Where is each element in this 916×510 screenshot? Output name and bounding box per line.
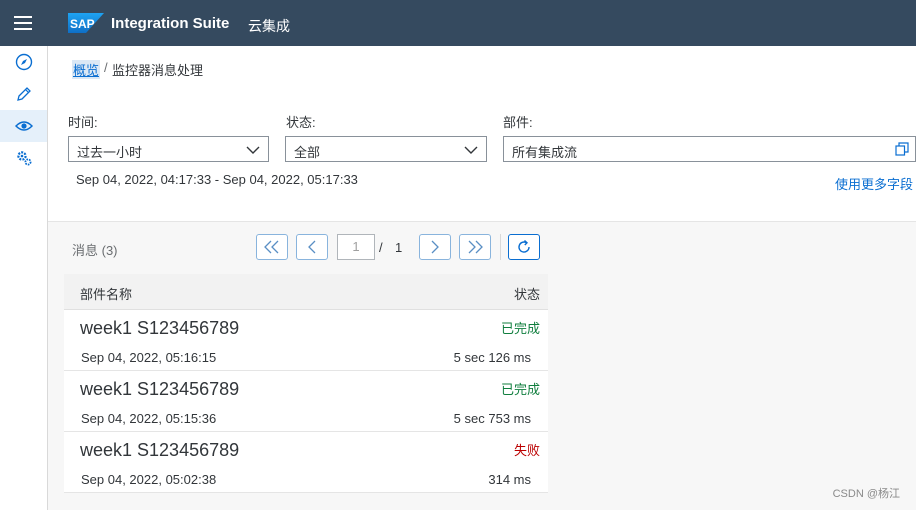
row-status: 已完成: [500, 382, 540, 397]
page-total: 1: [395, 240, 403, 255]
row-artifact-name: week1 S123456789: [80, 379, 240, 399]
breadcrumb-separator: /: [104, 60, 108, 75]
value-help-icon[interactable]: [895, 142, 909, 156]
main-content: 概览 / 监控器消息处理 时间: 过去一小时 状态: 全部 部件: 所有集成流 …: [48, 46, 916, 510]
row-artifact-name: week1 S123456789: [80, 440, 240, 460]
row-date: Sep 04, 2022, 05:02:38: [81, 472, 217, 487]
table-row[interactable]: week1 S123456789 失败 Sep 04, 2022, 05:02:…: [64, 432, 548, 493]
row-status: 失败: [513, 443, 540, 458]
table-row[interactable]: week1 S123456789 已完成 Sep 04, 2022, 05:15…: [64, 371, 548, 432]
first-page-button[interactable]: [256, 234, 288, 260]
breadcrumb-overview-link[interactable]: 概览: [72, 60, 101, 79]
chevron-left-icon: [308, 240, 316, 254]
row-date: Sep 04, 2022, 05:16:15: [81, 350, 217, 365]
side-navigation: [0, 46, 48, 510]
shell-bar: SAP Integration Suite 云集成: [0, 0, 916, 46]
next-page-button[interactable]: [419, 234, 451, 260]
page-number-input[interactable]: 1: [337, 234, 375, 260]
messages-table: 部件名称 状态 week1 S123456789 已完成 Sep 04, 202…: [64, 274, 548, 493]
column-header-name[interactable]: 部件名称: [80, 284, 132, 303]
row-status: 已完成: [500, 321, 540, 336]
row-date: Sep 04, 2022, 05:15:36: [81, 411, 217, 426]
time-select[interactable]: 过去一小时: [68, 136, 269, 162]
refresh-button[interactable]: [508, 234, 540, 260]
nav-item-design[interactable]: [0, 78, 47, 110]
time-label: 时间:: [68, 115, 98, 130]
row-duration: 5 sec 753 ms: [453, 411, 531, 426]
double-chevron-left-icon: [264, 240, 279, 254]
product-title: Integration Suite: [111, 15, 230, 32]
last-page-button[interactable]: [459, 234, 491, 260]
toolbar-divider: [500, 234, 501, 260]
messages-count: 消息 (3): [72, 243, 118, 258]
compass-icon: [15, 53, 32, 71]
time-select-value: 过去一小时: [77, 145, 143, 160]
eye-icon: [14, 121, 33, 131]
table-row[interactable]: week1 S123456789 已完成 Sep 04, 2022, 05:16…: [64, 310, 548, 371]
subproduct-title: 云集成: [248, 18, 290, 34]
artifact-label: 部件:: [503, 115, 533, 130]
nav-item-monitor[interactable]: [0, 110, 47, 142]
sap-logo[interactable]: SAP: [68, 13, 104, 33]
row-artifact-name: week1 S123456789: [80, 318, 240, 338]
breadcrumb-current: 监控器消息处理: [112, 63, 204, 78]
status-label: 状态:: [286, 115, 316, 130]
page-separator: /: [379, 240, 383, 255]
time-range-text: Sep 04, 2022, 04:17:33 - Sep 04, 2022, 0…: [76, 172, 358, 187]
row-duration: 5 sec 126 ms: [453, 350, 531, 365]
artifact-input-value: 所有集成流: [512, 145, 578, 160]
row-duration: 314 ms: [488, 472, 531, 487]
double-chevron-right-icon: [468, 240, 483, 254]
nav-item-discover[interactable]: [0, 46, 47, 78]
breadcrumb: 概览 / 监控器消息处理: [48, 46, 916, 88]
refresh-icon: [518, 239, 530, 253]
gears-icon: [16, 151, 31, 166]
status-select[interactable]: 全部: [285, 136, 487, 162]
column-header-status[interactable]: 状态: [514, 284, 540, 303]
chevron-down-icon: [464, 146, 478, 154]
chevron-down-icon: [246, 146, 260, 154]
previous-page-button[interactable]: [296, 234, 328, 260]
watermark: CSDN @杨江: [832, 488, 900, 500]
chevron-right-icon: [431, 240, 439, 254]
filter-bar: 时间: 过去一小时 状态: 全部 部件: 所有集成流 Sep 04, 2022,…: [48, 88, 916, 222]
nav-item-settings[interactable]: [0, 142, 47, 174]
logo-text: SAP: [70, 17, 95, 31]
menu-icon[interactable]: [14, 15, 34, 31]
messages-panel: 消息 (3) 1 / 1 部件名称 状态 week1 S123456789 已完…: [64, 222, 548, 494]
artifact-input[interactable]: 所有集成流: [503, 136, 916, 162]
pencil-icon: [16, 87, 31, 101]
more-fields-link[interactable]: 使用更多字段: [835, 174, 913, 193]
table-header: 部件名称 状态: [64, 274, 548, 310]
status-select-value: 全部: [294, 145, 321, 160]
